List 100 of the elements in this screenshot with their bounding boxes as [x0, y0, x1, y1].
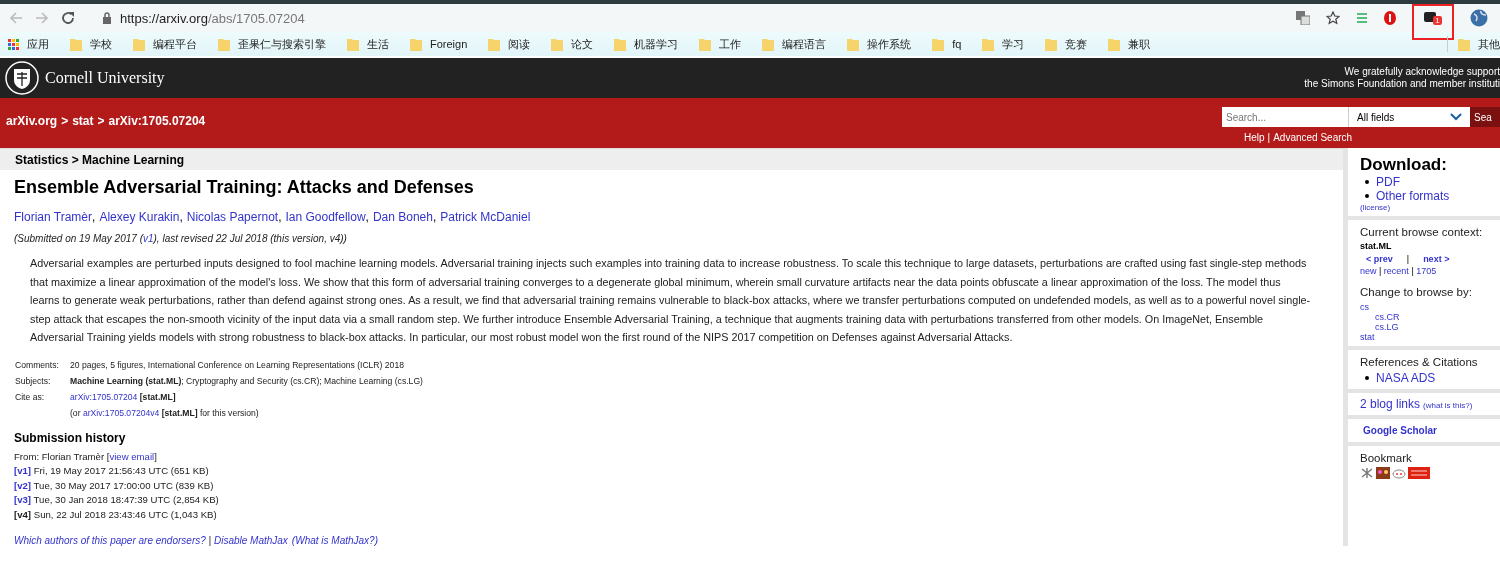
folder-icon[interactable]: [218, 37, 230, 51]
science-logo-icon[interactable]: [1408, 467, 1430, 479]
breadcrumb-separator: >: [61, 114, 69, 128]
university-logo[interactable]: Cornell University: [0, 61, 165, 95]
explanation-link[interactable]: (what is this?): [1423, 401, 1473, 410]
folder-icon[interactable]: [614, 37, 627, 51]
back-icon[interactable]: [8, 10, 24, 26]
bookmark-item[interactable]: 阅读: [488, 36, 531, 52]
bookmark-item[interactable]: 编程语言: [762, 36, 827, 52]
panel-title: Current browse context:: [1360, 226, 1484, 238]
extension-button[interactable]: 1: [1424, 12, 1442, 25]
version-link[interactable]: [v1]: [14, 465, 32, 476]
author-link[interactable]: Florian Tramèr: [14, 210, 93, 224]
bookmark-item[interactable]: 操作系统: [847, 36, 912, 52]
folder-icon[interactable]: [847, 37, 860, 51]
category-link[interactable]: cs.LG: [1375, 322, 1500, 332]
folder-icon[interactable]: [1108, 37, 1121, 51]
context-link[interactable]: 1705: [1416, 266, 1437, 276]
header-link[interactable]: Help: [1244, 132, 1265, 143]
bullet-icon[interactable]: [1365, 194, 1369, 198]
translate-icon[interactable]: [1296, 11, 1310, 25]
paper-title: Ensemble Adversarial Training: Attacks and Defenses: [14, 177, 475, 198]
bookmark-item[interactable]: 歪果仁与搜索引擎: [218, 36, 326, 52]
reference-link[interactable]: NASA ADS: [1376, 371, 1436, 385]
bookmark-item[interactable]: 生活: [347, 36, 389, 52]
address-bar[interactable]: https://arxiv.org/abs/1705.07204: [86, 6, 1286, 30]
download-link[interactable]: PDF: [1376, 175, 1400, 189]
star-icon[interactable]: [1326, 11, 1340, 25]
folder-icon[interactable]: [699, 37, 712, 51]
author-link[interactable]: Dan Boneh: [372, 210, 433, 224]
metadata-label: Comments:: [14, 359, 60, 370]
breadcrumb-separator: >: [97, 114, 105, 128]
context-link[interactable]: recent: [1383, 266, 1409, 276]
bookmark-item[interactable]: fq: [932, 37, 962, 51]
folder-icon[interactable]: [410, 37, 422, 51]
license-link[interactable]: (license): [1360, 203, 1500, 212]
metadata-value: 20 pages, 5 figures, International Conference on Learning Representations (ICLR) 2018: [70, 359, 405, 370]
header-link[interactable]: Advanced Search: [1273, 132, 1353, 143]
author-link[interactable]: Patrick McDaniel: [440, 210, 531, 224]
forward-icon[interactable]: [34, 10, 50, 26]
acknowledgement-text: the Simons Foundation and member instituti: [1304, 78, 1500, 90]
version-link[interactable]: [v2]: [14, 479, 32, 491]
folder-icon[interactable]: [1045, 37, 1058, 51]
apps-icon[interactable]: [8, 38, 19, 50]
folder-icon[interactable]: [1458, 37, 1470, 51]
arxiv-link[interactable]: arXiv:1705.07204v4: [82, 407, 160, 418]
breadcrumb-link[interactable]: stat: [72, 114, 94, 128]
menu-icon[interactable]: [1356, 12, 1368, 24]
bookmark-item[interactable]: 机器学习: [614, 36, 679, 52]
globe-icon[interactable]: [1470, 9, 1488, 27]
next-link[interactable]: next >: [1423, 254, 1450, 264]
submit-button[interactable]: Sea: [1470, 107, 1500, 127]
field-select[interactable]: All fields: [1348, 107, 1470, 127]
bullet-icon[interactable]: [1365, 376, 1369, 380]
bookmark-item[interactable]: 兼职: [1108, 36, 1151, 52]
bookmark-item[interactable]: 编程平台: [133, 36, 197, 52]
footer-link[interactable]: (What is MathJax?): [291, 535, 378, 546]
bookmark-item[interactable]: 其他: [1458, 36, 1500, 52]
category-link[interactable]: cs.CR: [1375, 312, 1500, 322]
folder-icon[interactable]: [133, 37, 145, 51]
lock-icon[interactable]: [102, 12, 112, 24]
prev-link[interactable]: < prev: [1366, 254, 1393, 264]
blog-link[interactable]: 2 blog links: [1360, 397, 1421, 411]
scholar-link[interactable]: Google Scholar: [1360, 423, 1500, 438]
context-link[interactable]: new: [1360, 266, 1377, 276]
version-text: [v2] Tue, 30 May 2017 17:00:00 UTC (839 KB): [14, 478, 215, 493]
chevron-down-icon[interactable]: [1450, 113, 1462, 121]
folder-icon[interactable]: [70, 37, 82, 51]
separator: |: [1406, 254, 1410, 264]
folder-icon[interactable]: [762, 37, 775, 51]
bookmark-item[interactable]: 论文: [551, 36, 594, 52]
bookmark-item[interactable]: 工作: [699, 36, 742, 52]
footer-link[interactable]: Which authors of this paper are endorsers?: [14, 535, 206, 546]
folder-icon[interactable]: [488, 37, 501, 51]
category-link[interactable]: cs: [1360, 302, 1500, 312]
bookmark-item[interactable]: 竞赛: [1045, 36, 1088, 52]
footer-link[interactable]: Disable MathJax: [213, 535, 288, 546]
version-text: [v4] Sun, 22 Jul 2018 23:43:46 UTC (1,043 KB): [14, 507, 218, 522]
bookmark-item[interactable]: 学校: [70, 36, 112, 52]
bookmark-item[interactable]: 学习: [982, 36, 1025, 52]
folder-icon[interactable]: [347, 37, 359, 51]
breadcrumb-link[interactable]: arXiv:1705.07204: [108, 114, 206, 128]
author-link[interactable]: Ian Goodfellow: [285, 210, 366, 224]
download-link[interactable]: Other formats: [1376, 189, 1450, 203]
bullet-icon[interactable]: [1365, 180, 1369, 184]
context-label: stat.ML: [1360, 241, 1393, 251]
folder-icon[interactable]: [932, 37, 945, 51]
url-text: https://arxiv.org/abs/1705.07204: [120, 10, 305, 26]
breadcrumb-link[interactable]: arXiv.org: [6, 114, 58, 128]
folder-icon[interactable]: [551, 37, 564, 51]
arxiv-link[interactable]: arXiv:1705.07204: [70, 391, 138, 402]
category-link[interactable]: stat: [1360, 332, 1500, 342]
search-field[interactable]: Search...: [1222, 107, 1348, 127]
bookmark-item[interactable]: 应用: [8, 36, 49, 52]
folder-icon[interactable]: [982, 37, 995, 51]
bookmark-item[interactable]: Foreign: [410, 37, 468, 51]
version-link[interactable]: [v3]: [14, 494, 32, 505]
seal-icon[interactable]: [5, 61, 39, 95]
reload-icon[interactable]: [60, 10, 76, 26]
submitter-text: From: Florian Tramèr [view email]: [14, 449, 158, 464]
